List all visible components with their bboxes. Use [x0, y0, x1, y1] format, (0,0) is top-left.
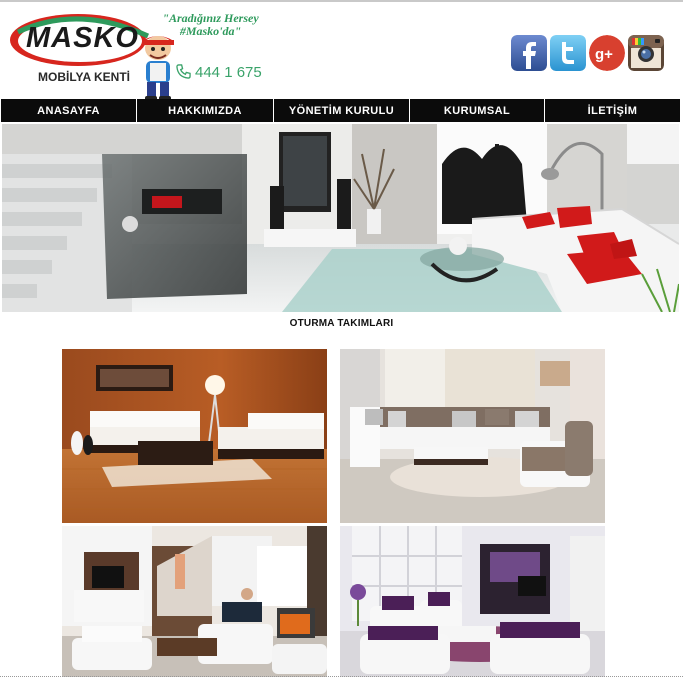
mascot-illustration	[142, 36, 174, 101]
phone-number[interactable]: 444 1 675	[176, 64, 262, 81]
hero-living-room-image	[2, 124, 679, 312]
product-photo-2[interactable]	[340, 349, 605, 523]
product-photo-1[interactable]	[62, 349, 327, 523]
nav-item-kurumsal[interactable]: KURUMSAL	[410, 99, 545, 122]
logo-subtitle: MOBİLYA KENTİ	[38, 70, 131, 84]
phone-number-text: 444 1 675	[195, 64, 262, 81]
product-photo-3[interactable]	[62, 526, 327, 677]
nav-item-yonetim-kurulu[interactable]: YÖNETİM KURULU	[274, 99, 410, 122]
top-border	[0, 0, 683, 2]
nav-item-hakkimizda[interactable]: HAKKIMIZDA	[137, 99, 274, 122]
svg-text:g+: g+	[595, 46, 613, 63]
nav-item-iletisim[interactable]: İLETİŞİM	[545, 99, 680, 122]
slogan-line-2: #Masko'da"	[179, 24, 242, 38]
twitter-icon[interactable]	[550, 35, 586, 71]
main-navigation: ANASAYFA HAKKIMIZDA YÖNETİM KURULU KURUM…	[1, 99, 680, 122]
logo-wordmark: MASKO	[26, 22, 139, 54]
google-plus-icon[interactable]: g+	[589, 35, 625, 71]
phone-icon	[176, 64, 191, 79]
product-photo-4[interactable]	[340, 526, 605, 677]
nav-item-anasayfa[interactable]: ANASAYFA	[1, 99, 137, 122]
instagram-icon[interactable]	[628, 35, 664, 71]
facebook-icon[interactable]	[511, 35, 547, 71]
slogan: "Aradığınız Hersey #Masko'da"	[158, 12, 263, 38]
section-title: OTURMA TAKIMLARI	[289, 318, 394, 329]
